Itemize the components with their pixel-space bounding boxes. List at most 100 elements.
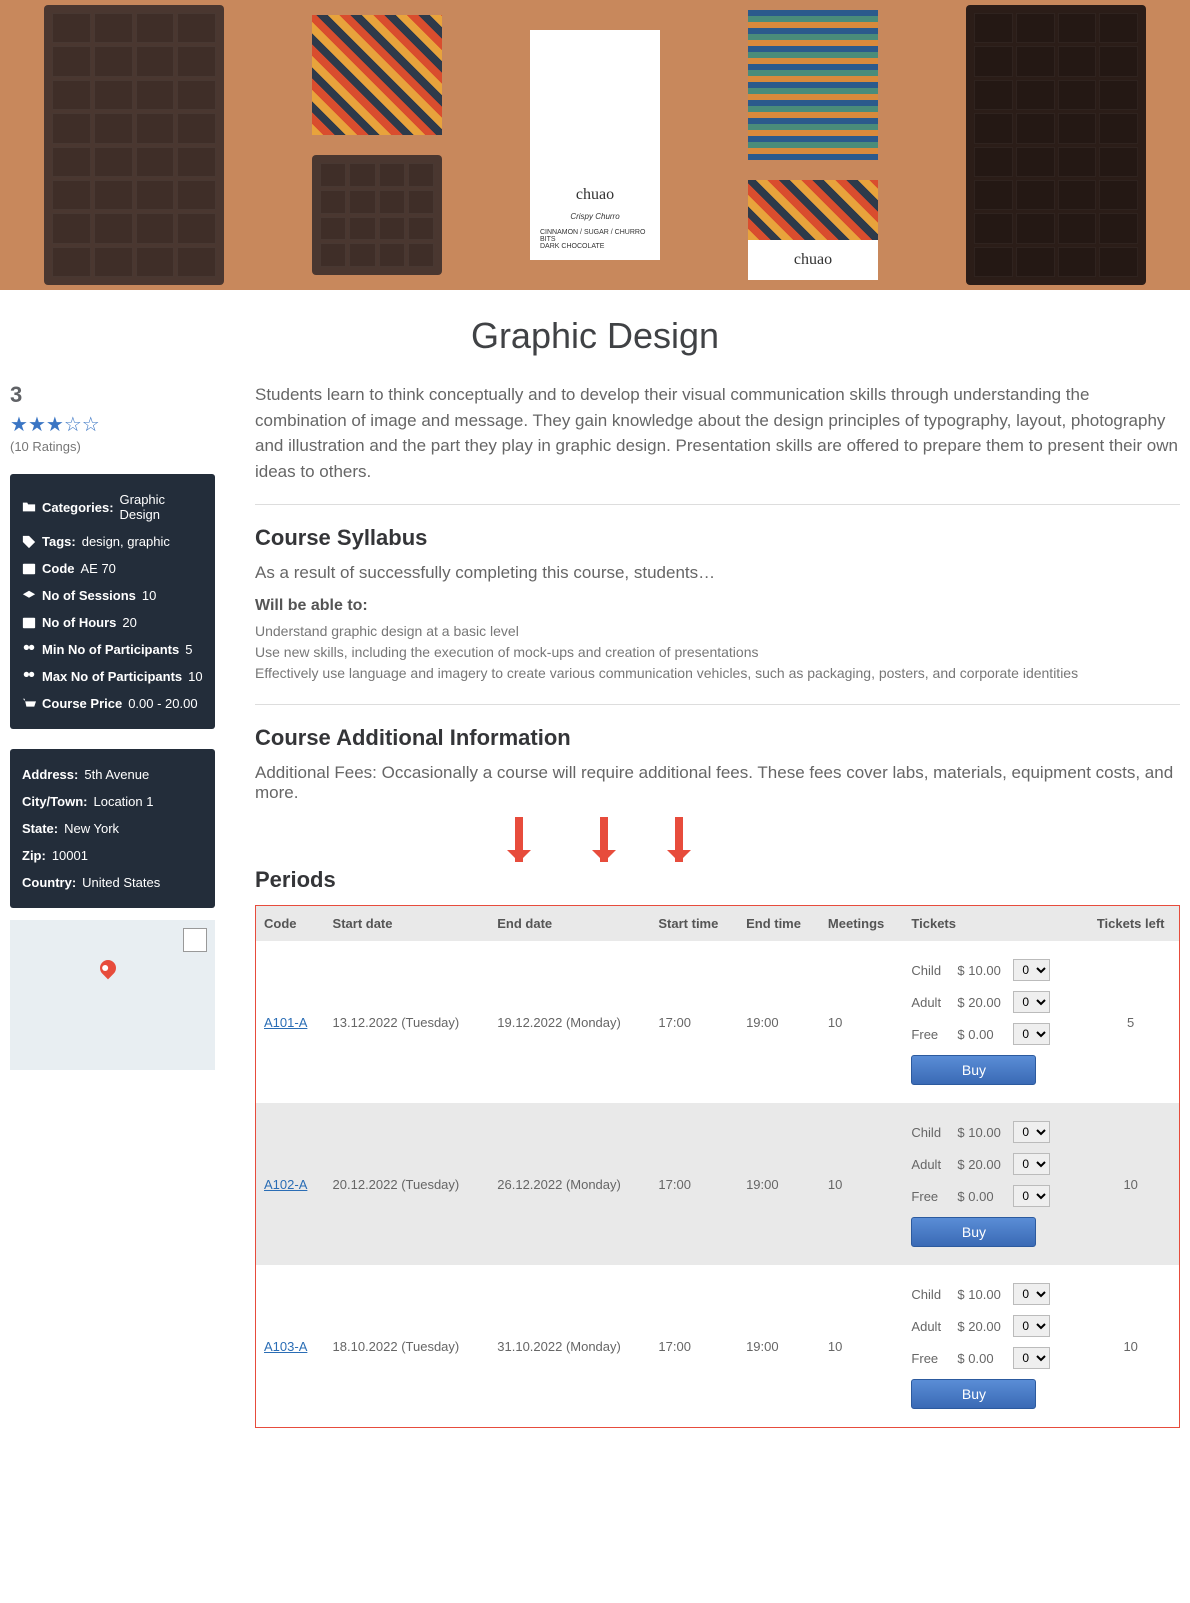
ticket-price: $ 10.00 <box>957 1125 1007 1140</box>
cart-icon <box>22 697 36 711</box>
rating-score: 3 <box>10 382 215 408</box>
star-icon: ★ <box>46 414 64 436</box>
ticket-price: $ 20.00 <box>957 1157 1007 1172</box>
col-start-time: Start time <box>650 906 738 941</box>
ticket-qty-select[interactable]: 0 <box>1013 1185 1050 1207</box>
start-time: 17:00 <box>650 1103 738 1265</box>
users-icon <box>22 670 36 684</box>
end-date: 26.12.2022 (Monday) <box>489 1103 650 1265</box>
period-code-link[interactable]: A101-A <box>264 1015 307 1030</box>
code-icon <box>22 562 36 576</box>
ticket-row: Child$ 10.000 <box>911 959 1074 981</box>
arrow-icon <box>600 817 608 862</box>
periods-heading: Periods <box>255 867 1180 893</box>
users-icon <box>22 643 36 657</box>
ticket-row: Free $ 0.00 0 <box>911 1185 1074 1207</box>
buy-button[interactable]: Buy <box>911 1217 1036 1247</box>
ticket-qty-select[interactable]: 0 <box>1013 1121 1050 1143</box>
tickets-left: 5 <box>1082 941 1179 1103</box>
annotation-arrows <box>255 817 1180 867</box>
ticket-row: Child $ 10.00 0 <box>911 1283 1074 1305</box>
buy-button[interactable]: Buy <box>911 1379 1036 1409</box>
sidebar: 3 ★★★☆☆ (10 Ratings) Categories: Graphic… <box>10 382 215 1428</box>
tickets-cell: Child$ 10.000Adult$ 20.000Free$ 0.000Buy <box>903 1265 1082 1427</box>
start-time: 17:00 <box>650 1265 738 1427</box>
arrow-icon <box>515 817 523 862</box>
ticket-qty-select[interactable]: 0 <box>1013 991 1050 1013</box>
ticket-name: Free <box>911 1189 951 1204</box>
col-start-date: Start date <box>325 906 490 941</box>
end-date: 31.10.2022 (Monday) <box>489 1265 650 1427</box>
ticket-qty-select[interactable]: 0 <box>1013 1283 1050 1305</box>
col-end-date: End date <box>489 906 650 941</box>
ticket-name: Free <box>911 1027 951 1042</box>
ticket-row: Adult $ 20.00 0 <box>911 1153 1074 1175</box>
ticket-qty-select[interactable]: 0 <box>1013 1023 1050 1045</box>
col-tickets: Tickets <box>903 906 1082 941</box>
rating-block: 3 ★★★☆☆ (10 Ratings) <box>10 382 215 454</box>
address-card: Address:5th Avenue City/Town:Location 1 … <box>10 749 215 908</box>
col-code: Code <box>256 906 325 941</box>
buy-button[interactable]: Buy <box>911 1055 1036 1085</box>
tickets-cell: Child$ 10.000Adult$ 20.000Free$ 0.000Buy <box>903 1103 1082 1265</box>
tickets-left: 10 <box>1082 1103 1179 1265</box>
ticket-qty-select[interactable]: 0 <box>1013 1153 1050 1175</box>
ticket-name: Child <box>911 963 951 978</box>
table-row: A103-A 18.10.2022 (Tuesday) 31.10.2022 (… <box>256 1265 1179 1427</box>
period-code-link[interactable]: A103-A <box>264 1339 307 1354</box>
hero-banner: chuaoCrispy ChurroCINNAMON / SUGAR / CHU… <box>0 0 1190 290</box>
main-content: Students learn to think conceptually and… <box>255 382 1180 1428</box>
rating-stars[interactable]: ★★★☆☆ <box>10 412 215 437</box>
start-date: 13.12.2022 (Tuesday) <box>325 941 490 1103</box>
col-end-time: End time <box>738 906 820 941</box>
ticket-price: $ 0.00 <box>957 1189 1007 1204</box>
meetings: 10 <box>820 1265 904 1427</box>
location-map[interactable] <box>10 920 215 1070</box>
ticket-row: Adult$ 20.000 <box>911 991 1074 1013</box>
star-icon: ★ <box>28 414 46 436</box>
table-header-row: Code Start date End date Start time End … <box>256 906 1179 941</box>
ticket-price: $ 10.00 <box>957 1287 1007 1302</box>
syllabus-heading: Course Syllabus <box>255 525 1180 551</box>
ticket-qty-select[interactable]: 0 <box>1013 1347 1050 1369</box>
end-time: 19:00 <box>738 1103 820 1265</box>
col-tickets-left: Tickets left <box>1082 906 1179 941</box>
end-date: 19.12.2022 (Monday) <box>489 941 650 1103</box>
additional-heading: Course Additional Information <box>255 725 1180 751</box>
course-meta-card: Categories: Graphic Design Tags: design,… <box>10 474 215 729</box>
meetings: 10 <box>820 941 904 1103</box>
ticket-name: Free <box>911 1351 951 1366</box>
ticket-row: Free$ 0.000 <box>911 1347 1074 1369</box>
page-title: Graphic Design <box>0 290 1190 382</box>
rating-count: (10 Ratings) <box>10 439 215 454</box>
ticket-price: $ 20.00 <box>957 995 1007 1010</box>
ticket-name: Adult <box>911 1319 951 1334</box>
tickets-cell: Child$ 10.000Adult$ 20.000Free$ 0.000Buy <box>903 941 1082 1103</box>
ticket-price: $ 0.00 <box>957 1027 1007 1042</box>
folder-icon <box>22 500 36 514</box>
syllabus-item: Understand graphic design at a basic lev… <box>255 621 1180 642</box>
ticket-row: Free $ 0.00 0 <box>911 1023 1074 1045</box>
ticket-name: Adult <box>911 1157 951 1172</box>
start-date: 18.10.2022 (Tuesday) <box>325 1265 490 1427</box>
syllabus-item: Use new skills, including the execution … <box>255 642 1180 663</box>
tag-icon <box>22 535 36 549</box>
period-code-link[interactable]: A102-A <box>264 1177 307 1192</box>
clock-icon <box>22 616 36 630</box>
ticket-qty-select[interactable]: 0 <box>1013 959 1050 981</box>
course-description: Students learn to think conceptually and… <box>255 382 1180 484</box>
table-row: A101-A 13.12.2022 (Tuesday) 19.12.2022 (… <box>256 941 1179 1103</box>
ticket-qty-select[interactable]: 0 <box>1013 1315 1050 1337</box>
tickets-left: 10 <box>1082 1265 1179 1427</box>
meetings: 10 <box>820 1103 904 1265</box>
sessions-icon <box>22 589 36 603</box>
arrow-icon <box>675 817 683 862</box>
syllabus-item: Effectively use language and imagery to … <box>255 663 1180 684</box>
star-icon: ★ <box>10 414 28 436</box>
ticket-name: Child <box>911 1287 951 1302</box>
start-time: 17:00 <box>650 941 738 1103</box>
periods-table-wrap: Code Start date End date Start time End … <box>255 905 1180 1428</box>
star-icon: ☆ <box>64 414 82 436</box>
periods-table: Code Start date End date Start time End … <box>256 906 1179 1427</box>
syllabus-intro: As a result of successfully completing t… <box>255 563 1180 583</box>
